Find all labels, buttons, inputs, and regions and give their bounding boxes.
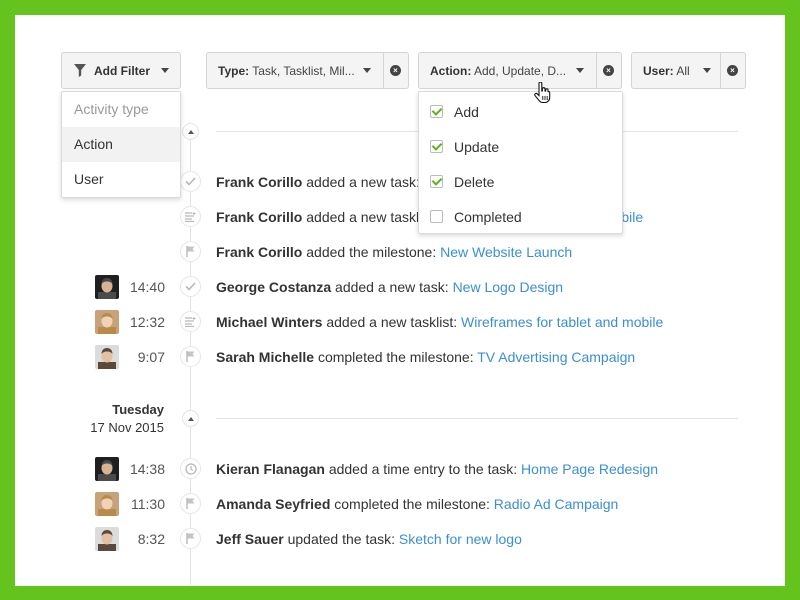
remove-user-filter-icon[interactable]: × xyxy=(727,65,738,76)
funnel-icon xyxy=(74,64,86,77)
option-label: Update xyxy=(454,138,500,155)
action-filter-value: Add, Update, D... xyxy=(474,63,567,78)
user-name[interactable]: Michael Winters xyxy=(216,314,322,330)
entry-time: 14:40 xyxy=(129,279,165,295)
activity-row: George Costanza added a new task: New Lo… xyxy=(216,277,563,297)
chevron-down-icon[interactable] xyxy=(576,68,584,73)
divider xyxy=(216,418,738,419)
user-name[interactable]: Frank Corillo xyxy=(216,244,302,260)
checkbox-checked[interactable] xyxy=(430,105,443,118)
remove-action-filter-icon[interactable]: × xyxy=(603,65,614,76)
type-filter-chip[interactable]: Type: Task, Tasklist, Mil... × xyxy=(206,52,409,89)
group-date: 17 Nov 2015 xyxy=(90,420,164,435)
entry-time: 8:32 xyxy=(137,531,165,547)
menu-item-user[interactable]: User xyxy=(62,162,180,197)
target-link[interactable]: TV Advertising Campaign xyxy=(477,349,635,365)
target-link[interactable]: Home Page Redesign xyxy=(521,461,658,477)
chevron-down-icon[interactable] xyxy=(363,68,371,73)
action-text: completed the milestone: xyxy=(334,496,490,512)
collapse-today-button[interactable] xyxy=(182,123,199,140)
user-name[interactable]: Amanda Seyfried xyxy=(216,496,330,512)
action-text: added a new task: xyxy=(306,174,420,190)
user-name[interactable]: Frank Corillo xyxy=(216,209,302,225)
check-icon xyxy=(180,171,201,192)
add-filter-label: Add Filter xyxy=(94,63,150,78)
target-link[interactable]: Radio Ad Campaign xyxy=(494,496,619,512)
flag-icon xyxy=(180,241,201,262)
hand-cursor-icon xyxy=(534,81,551,109)
user-name[interactable]: Frank Corillo xyxy=(216,174,302,190)
action-filter-menu: Add Update Delete Completed xyxy=(418,91,623,234)
target-link[interactable]: New Website Launch xyxy=(440,244,572,260)
option-update[interactable]: Update xyxy=(419,129,622,164)
group-day: Tuesday xyxy=(112,402,164,417)
option-add[interactable]: Add xyxy=(419,94,622,129)
chevron-down-icon[interactable] xyxy=(703,68,711,73)
action-filter-key: Action: xyxy=(430,63,472,78)
target-link[interactable]: New Logo Design xyxy=(453,279,564,295)
action-filter-chip[interactable]: Action: Add, Update, D... × xyxy=(418,52,622,89)
activity-row: Sarah Michelle completed the milestone: … xyxy=(216,347,635,367)
action-text: added a new task: xyxy=(335,279,449,295)
action-text: updated the task: xyxy=(287,531,396,547)
entry-time: 9:07 xyxy=(137,349,165,365)
activity-row: Amanda Seyfried completed the milestone:… xyxy=(216,494,618,514)
action-text: added a new tasklist: xyxy=(326,314,458,330)
target-link[interactable]: Wireframes for tablet and mobile xyxy=(461,314,663,330)
entry-time: 12:32 xyxy=(129,314,165,330)
flag-icon xyxy=(180,528,201,549)
add-filter-menu: Activity type Action User xyxy=(61,91,181,198)
checkbox-checked[interactable] xyxy=(430,175,443,188)
user-filter-value: All xyxy=(676,63,690,78)
remove-type-filter-icon[interactable]: × xyxy=(390,65,401,76)
checkbox-checked[interactable] xyxy=(430,140,443,153)
user-name[interactable]: Sarah Michelle xyxy=(216,349,314,365)
type-filter-value: Task, Tasklist, Mil... xyxy=(252,63,355,78)
action-text: added the milestone: xyxy=(306,244,437,260)
menu-item-action[interactable]: Action xyxy=(62,127,180,162)
activity-row: Jeff Sauer updated the task: Sketch for … xyxy=(216,529,522,549)
collapse-tuesday-button[interactable] xyxy=(182,410,199,427)
add-filter-button[interactable]: Add Filter xyxy=(61,52,181,89)
action-text: completed the milestone: xyxy=(317,349,474,365)
type-filter-key: Type: xyxy=(218,63,250,78)
option-delete[interactable]: Delete xyxy=(419,164,622,199)
activity-panel: Add Filter Type: Task, Tasklist, Mil... … xyxy=(15,15,785,586)
activity-row: Frank Corillo added the milestone: New W… xyxy=(216,242,572,262)
flag-icon xyxy=(180,346,201,367)
checkbox-unchecked[interactable] xyxy=(430,210,443,223)
tasklist-icon xyxy=(180,311,201,332)
flag-icon xyxy=(180,493,201,514)
action-text: added a time entry to the task: xyxy=(328,461,518,477)
check-icon xyxy=(180,276,201,297)
clock-icon xyxy=(180,458,201,479)
target-link[interactable]: Sketch for new logo xyxy=(399,531,522,547)
user-name[interactable]: Jeff Sauer xyxy=(216,531,284,547)
entry-time: 14:38 xyxy=(129,461,165,477)
user-filter-chip[interactable]: User: All × xyxy=(631,52,746,89)
user-name[interactable]: Kieran Flanagan xyxy=(216,461,325,477)
activity-row: Michael Winters added a new tasklist: Wi… xyxy=(216,312,663,332)
user-name[interactable]: George Costanza xyxy=(216,279,331,295)
option-label: Delete xyxy=(454,173,495,190)
user-filter-key: User: xyxy=(643,63,674,78)
chevron-down-icon xyxy=(161,68,169,73)
entry-time: 11:30 xyxy=(131,496,165,512)
activity-row: Kieran Flanagan added a time entry to th… xyxy=(216,459,658,479)
option-label: Add xyxy=(454,103,479,120)
tasklist-icon xyxy=(180,206,201,227)
option-completed[interactable]: Completed xyxy=(419,199,622,234)
option-label: Completed xyxy=(454,208,522,225)
menu-header-activity-type: Activity type xyxy=(74,101,149,117)
